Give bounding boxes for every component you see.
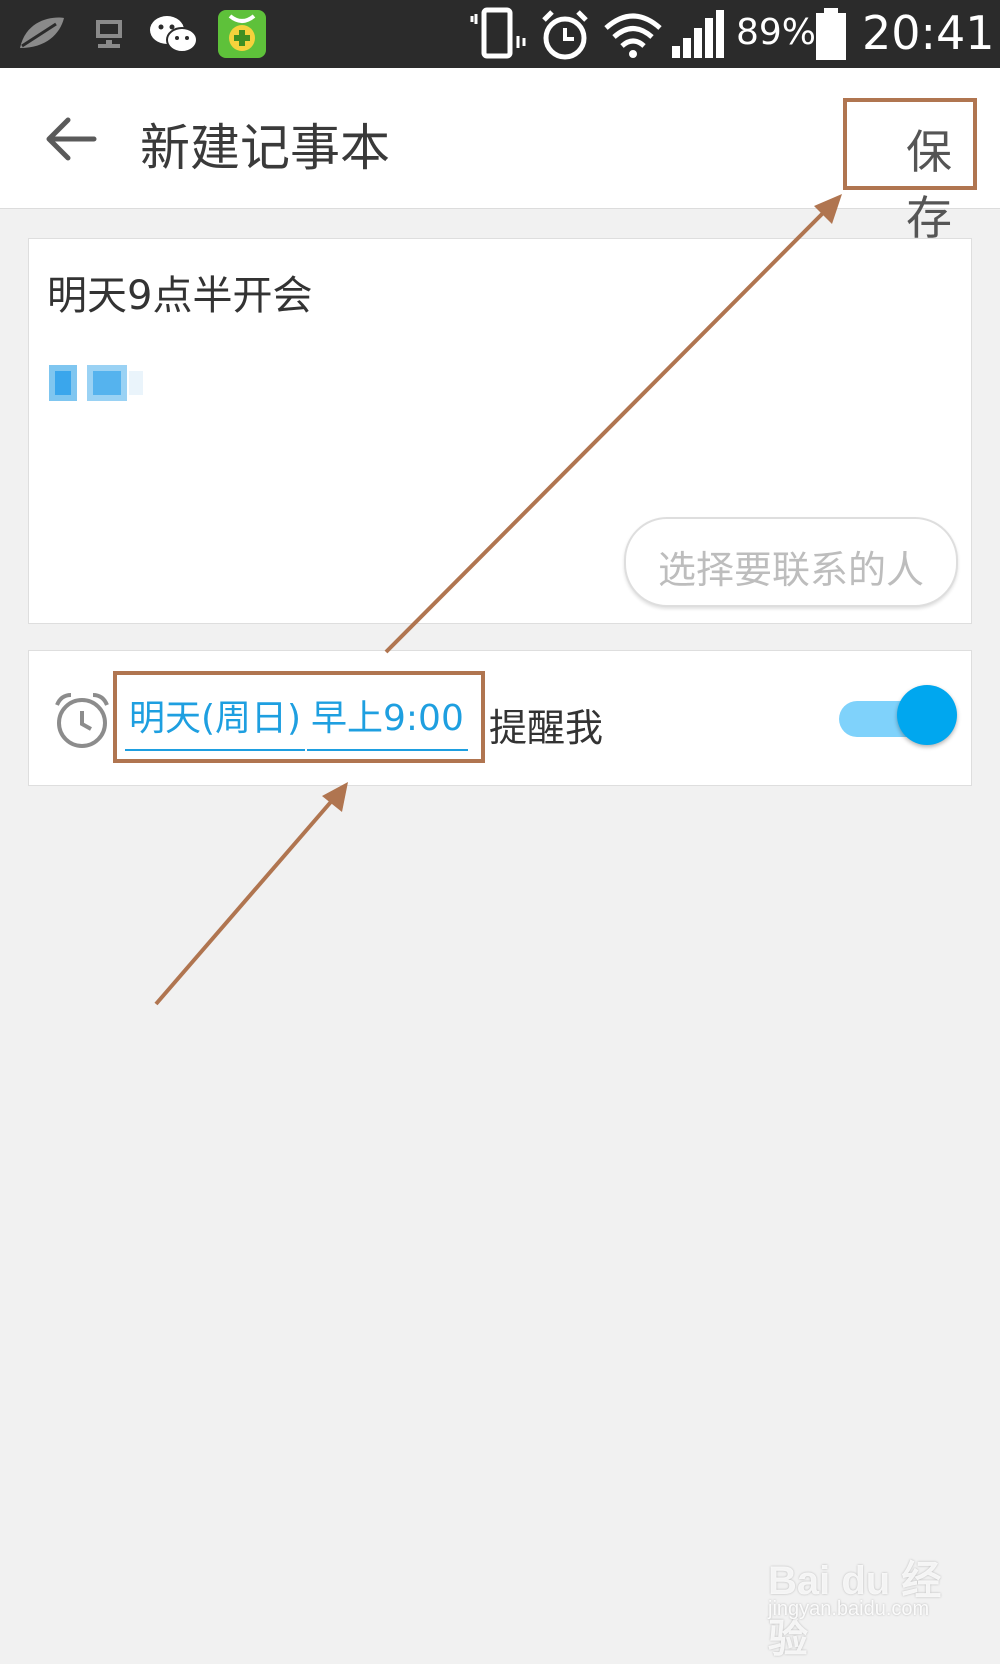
note-card[interactable]: 明天9点半开会 选择要联系的人 xyxy=(28,238,972,624)
reminder-suffix: 提醒我 xyxy=(489,706,604,750)
vibrate-icon xyxy=(470,7,526,59)
save-button[interactable]: 保存 xyxy=(843,98,977,245)
toggle-thumb xyxy=(897,685,957,745)
choose-contact-label: 选择要联系的人 xyxy=(657,548,924,592)
page-title: 新建记事本 xyxy=(140,119,390,177)
wifi-icon xyxy=(604,13,662,58)
baidu-watermark: Bai du 经验 jingyan.baidu.com xyxy=(768,1548,958,1661)
security-app-icon xyxy=(218,10,266,58)
desktop-icon xyxy=(96,20,122,48)
alarm-clock-icon xyxy=(55,693,109,748)
watermark-url: jingyan.baidu.com xyxy=(768,1598,930,1620)
reminder-toggle[interactable] xyxy=(839,685,959,751)
reminder-date-link[interactable]: 明天(周日) xyxy=(125,689,306,751)
reminder-card: 明天(周日) 早上9:00 提醒我 xyxy=(28,650,972,786)
signal-icon xyxy=(672,10,724,58)
arrow-left-icon[interactable] xyxy=(40,108,102,170)
save-button-label: 保存 xyxy=(906,125,952,245)
app-bar: 新建记事本 保存 xyxy=(0,68,1000,245)
annotation-arrow-to-time xyxy=(154,782,348,1006)
battery-icon xyxy=(816,8,846,60)
note-title[interactable]: 明天9点半开会 xyxy=(47,263,312,321)
wechat-icon xyxy=(150,16,198,53)
alarm-icon xyxy=(542,10,588,60)
clock-time: 20:41 xyxy=(862,6,995,60)
leaf-icon xyxy=(20,17,64,48)
choose-contact-button[interactable]: 选择要联系的人 xyxy=(624,517,958,607)
reminder-time-link[interactable]: 早上9:00 xyxy=(307,689,468,751)
blurred-content xyxy=(49,365,143,401)
battery-percentage: 89% xyxy=(736,12,817,53)
status-bar: 89% 20:41 xyxy=(0,0,1000,68)
